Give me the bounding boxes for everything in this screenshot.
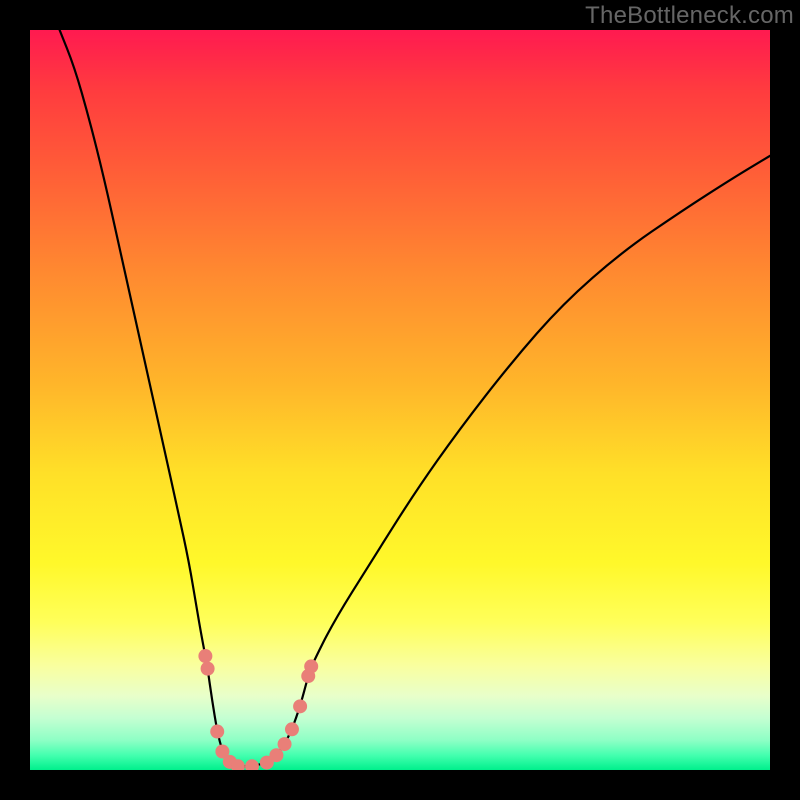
data-marker [285,722,299,736]
chart-frame: TheBottleneck.com [0,0,800,800]
watermark-text: TheBottleneck.com [585,2,794,30]
data-marker [210,725,224,739]
data-marker [201,662,215,676]
data-marker [293,699,307,713]
data-marker [245,759,259,770]
data-marker [278,737,292,751]
plot-area [30,30,770,770]
curve-markers [198,649,318,770]
curve-overlay [30,30,770,770]
data-marker [304,659,318,673]
right-curve [238,156,770,767]
data-marker [198,649,212,663]
